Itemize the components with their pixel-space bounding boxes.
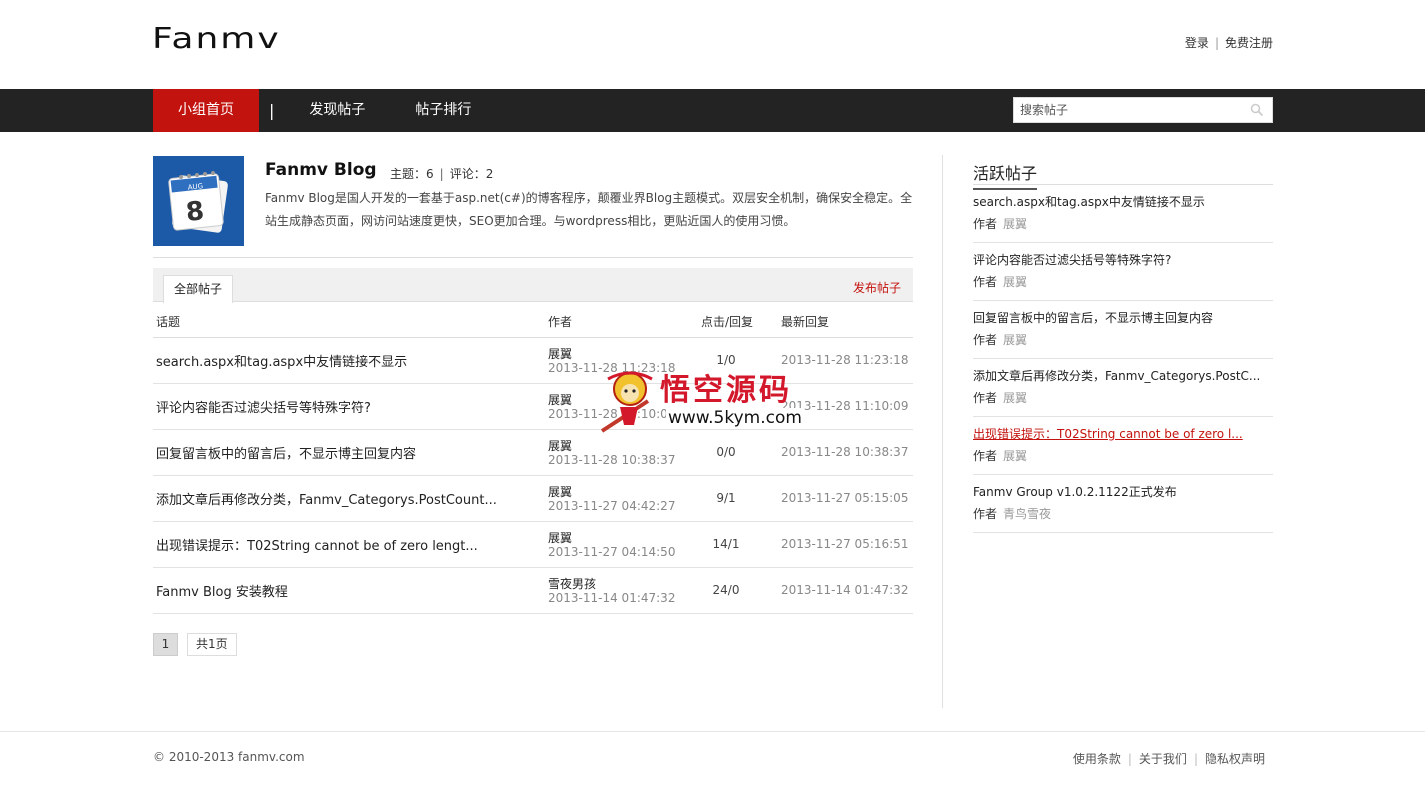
topic-link[interactable]: 添加文章后再修改分类，Fanmv_Categorys.PostCount...: [156, 489, 497, 508]
author-link[interactable]: 展翼: [1003, 217, 1027, 231]
latest-reply: 2013-11-27 05:15:05: [781, 491, 909, 505]
svg-text:AUG: AUG: [187, 182, 203, 192]
topic-link[interactable]: 出现错误提示：T02String cannot be of zero lengt…: [156, 535, 478, 554]
list-item: 评论内容能否过滤尖括号等特殊字符? 作者 展翼: [973, 243, 1273, 301]
user-links: 登录 | 免费注册: [1185, 34, 1273, 51]
author-link[interactable]: 展翼: [1003, 449, 1027, 463]
active-post-meta: 作者 展翼: [973, 275, 1028, 289]
blog-calendar-icon: AUG 8: [153, 156, 244, 246]
site-logo[interactable]: Fanmv: [152, 24, 281, 55]
topic-link[interactable]: search.aspx和tag.aspx中友情链接不显示: [156, 351, 407, 370]
nav-item-ranking[interactable]: 帖子排行: [390, 89, 496, 132]
table-row: Fanmv Blog 安装教程 雪夜男孩 2013-11-14 01:47:32…: [153, 568, 913, 614]
active-post-link[interactable]: 回复留言板中的留言后，不显示博主回复内容: [973, 309, 1213, 326]
page-current[interactable]: 1: [153, 633, 178, 656]
author-link[interactable]: 展翼: [1003, 275, 1027, 289]
login-link[interactable]: 登录: [1185, 36, 1209, 50]
column-header-topic: 话题: [156, 315, 181, 329]
list-item: 出现错误提示：T02String cannot be of zero l... …: [973, 417, 1273, 475]
site-header: Fanmv 登录 | 免费注册: [0, 0, 1425, 89]
search-input[interactable]: [1014, 98, 1239, 122]
nav-item-discover[interactable]: 发现帖子: [284, 89, 390, 132]
list-item: search.aspx和tag.aspx中友情链接不显示 作者 展翼: [973, 185, 1273, 243]
nav-item-group-home[interactable]: 小组首页: [153, 89, 259, 132]
views-replies: 14/1: [712, 537, 740, 551]
post-tabbar: 全部帖子 发布帖子: [153, 268, 913, 303]
author-link[interactable]: 展翼: [548, 483, 572, 500]
author-link[interactable]: 青鸟雪夜: [1003, 507, 1051, 521]
latest-reply: 2013-11-27 05:16:51: [781, 537, 909, 551]
topic-link[interactable]: 回复留言板中的留言后，不显示博主回复内容: [156, 443, 416, 462]
table-row: 回复留言板中的留言后，不显示博主回复内容 展翼 2013-11-28 10:38…: [153, 430, 913, 476]
active-post-meta: 作者 展翼: [973, 449, 1028, 463]
separator: |: [1214, 36, 1219, 50]
copyright: © 2010-2013 fanmv.com: [153, 750, 305, 764]
latest-reply: 2013-11-28 10:38:37: [781, 445, 909, 459]
blog-description: Fanmv Blog是国人开发的一套基于asp.net(c#)的博客程序，颠覆业…: [265, 191, 913, 228]
footer-links: 使用条款 | 关于我们 | 隐私权声明: [1072, 752, 1265, 766]
author-link[interactable]: 展翼: [548, 345, 572, 362]
views-replies: 0/0: [716, 445, 736, 459]
column-header-views-replies: 点击/回复: [701, 315, 754, 329]
list-item: 添加文章后再修改分类，Fanmv_Categorys.PostC... 作者 展翼: [973, 359, 1273, 417]
topics-count: 主题：6: [390, 167, 434, 181]
publish-post-button[interactable]: 发布帖子: [853, 279, 901, 296]
search-box: [1013, 97, 1273, 123]
author-link[interactable]: 展翼: [1003, 333, 1027, 347]
table-row: 出现错误提示：T02String cannot be of zero lengt…: [153, 522, 913, 568]
active-post-meta: 作者 青鸟雪夜: [973, 507, 1052, 521]
active-post-link[interactable]: 添加文章后再修改分类，Fanmv_Categorys.PostC...: [973, 367, 1260, 384]
footer-link-privacy[interactable]: 隐私权声明: [1205, 752, 1265, 766]
author-link[interactable]: 展翼: [548, 391, 572, 408]
views-replies: 9/1: [716, 491, 736, 505]
table-row: 添加文章后再修改分类，Fanmv_Categorys.PostCount... …: [153, 476, 913, 522]
blog-title: Fanmv Blog: [265, 160, 377, 180]
topic-link[interactable]: 评论内容能否过滤尖括号等特殊字符?: [156, 397, 371, 416]
active-post-link[interactable]: Fanmv Group v1.0.2.1122正式发布: [973, 483, 1177, 500]
active-post-link[interactable]: 评论内容能否过滤尖括号等特殊字符?: [973, 251, 1171, 268]
footer-link-about[interactable]: 关于我们: [1139, 752, 1187, 766]
blog-stats: 主题：6 | 评论：2: [390, 167, 494, 181]
active-post-link[interactable]: 出现错误提示：T02String cannot be of zero l...: [973, 425, 1243, 442]
search-icon[interactable]: [1250, 103, 1264, 117]
register-link[interactable]: 免费注册: [1225, 36, 1273, 50]
active-post-meta: 作者 展翼: [973, 333, 1028, 347]
watermark-url: www.5kym.com: [666, 408, 804, 428]
page-total: 共1页: [187, 633, 237, 656]
list-item: Fanmv Group v1.0.2.1122正式发布 作者 青鸟雪夜: [973, 475, 1273, 533]
views-replies: 24/0: [712, 583, 740, 597]
column-divider: [942, 155, 943, 708]
watermark-text: 悟空源码: [660, 373, 792, 408]
svg-text:8: 8: [184, 196, 205, 228]
active-post-link[interactable]: search.aspx和tag.aspx中友情链接不显示: [973, 193, 1205, 210]
list-item: 回复留言板中的留言后，不显示博主回复内容 作者 展翼: [973, 301, 1273, 359]
post-date: 2013-11-14 01:47:32: [548, 591, 676, 605]
site-footer: © 2010-2013 fanmv.com 使用条款 | 关于我们 | 隐私权声明: [0, 731, 1425, 798]
divider: [153, 257, 913, 258]
watermark: 悟空源码 www.5kym.com: [598, 365, 830, 435]
post-date: 2013-11-27 04:42:27: [548, 499, 676, 513]
tab-all-posts[interactable]: 全部帖子: [163, 275, 234, 303]
author-link[interactable]: 雪夜男孩: [548, 575, 596, 592]
active-post-meta: 作者 展翼: [973, 391, 1028, 405]
column-header-latest-reply: 最新回复: [781, 315, 830, 329]
table-header: 话题 作者 点击/回复 最新回复: [153, 302, 913, 338]
nav-separator: |: [269, 101, 275, 120]
post-date: 2013-11-28 10:38:37: [548, 453, 676, 467]
author-link[interactable]: 展翼: [1003, 391, 1027, 405]
footer-link-terms[interactable]: 使用条款: [1073, 752, 1121, 766]
monkey-king-logo-icon: [600, 371, 653, 433]
column-header-author: 作者: [548, 315, 573, 329]
latest-reply: 2013-11-14 01:47:32: [781, 583, 909, 597]
author-link[interactable]: 展翼: [548, 529, 572, 546]
post-date: 2013-11-27 04:14:50: [548, 545, 676, 559]
author-link[interactable]: 展翼: [548, 437, 572, 454]
active-post-meta: 作者 展翼: [973, 217, 1028, 231]
comments-count: 评论：2: [449, 167, 494, 181]
topic-link[interactable]: Fanmv Blog 安装教程: [156, 581, 288, 600]
